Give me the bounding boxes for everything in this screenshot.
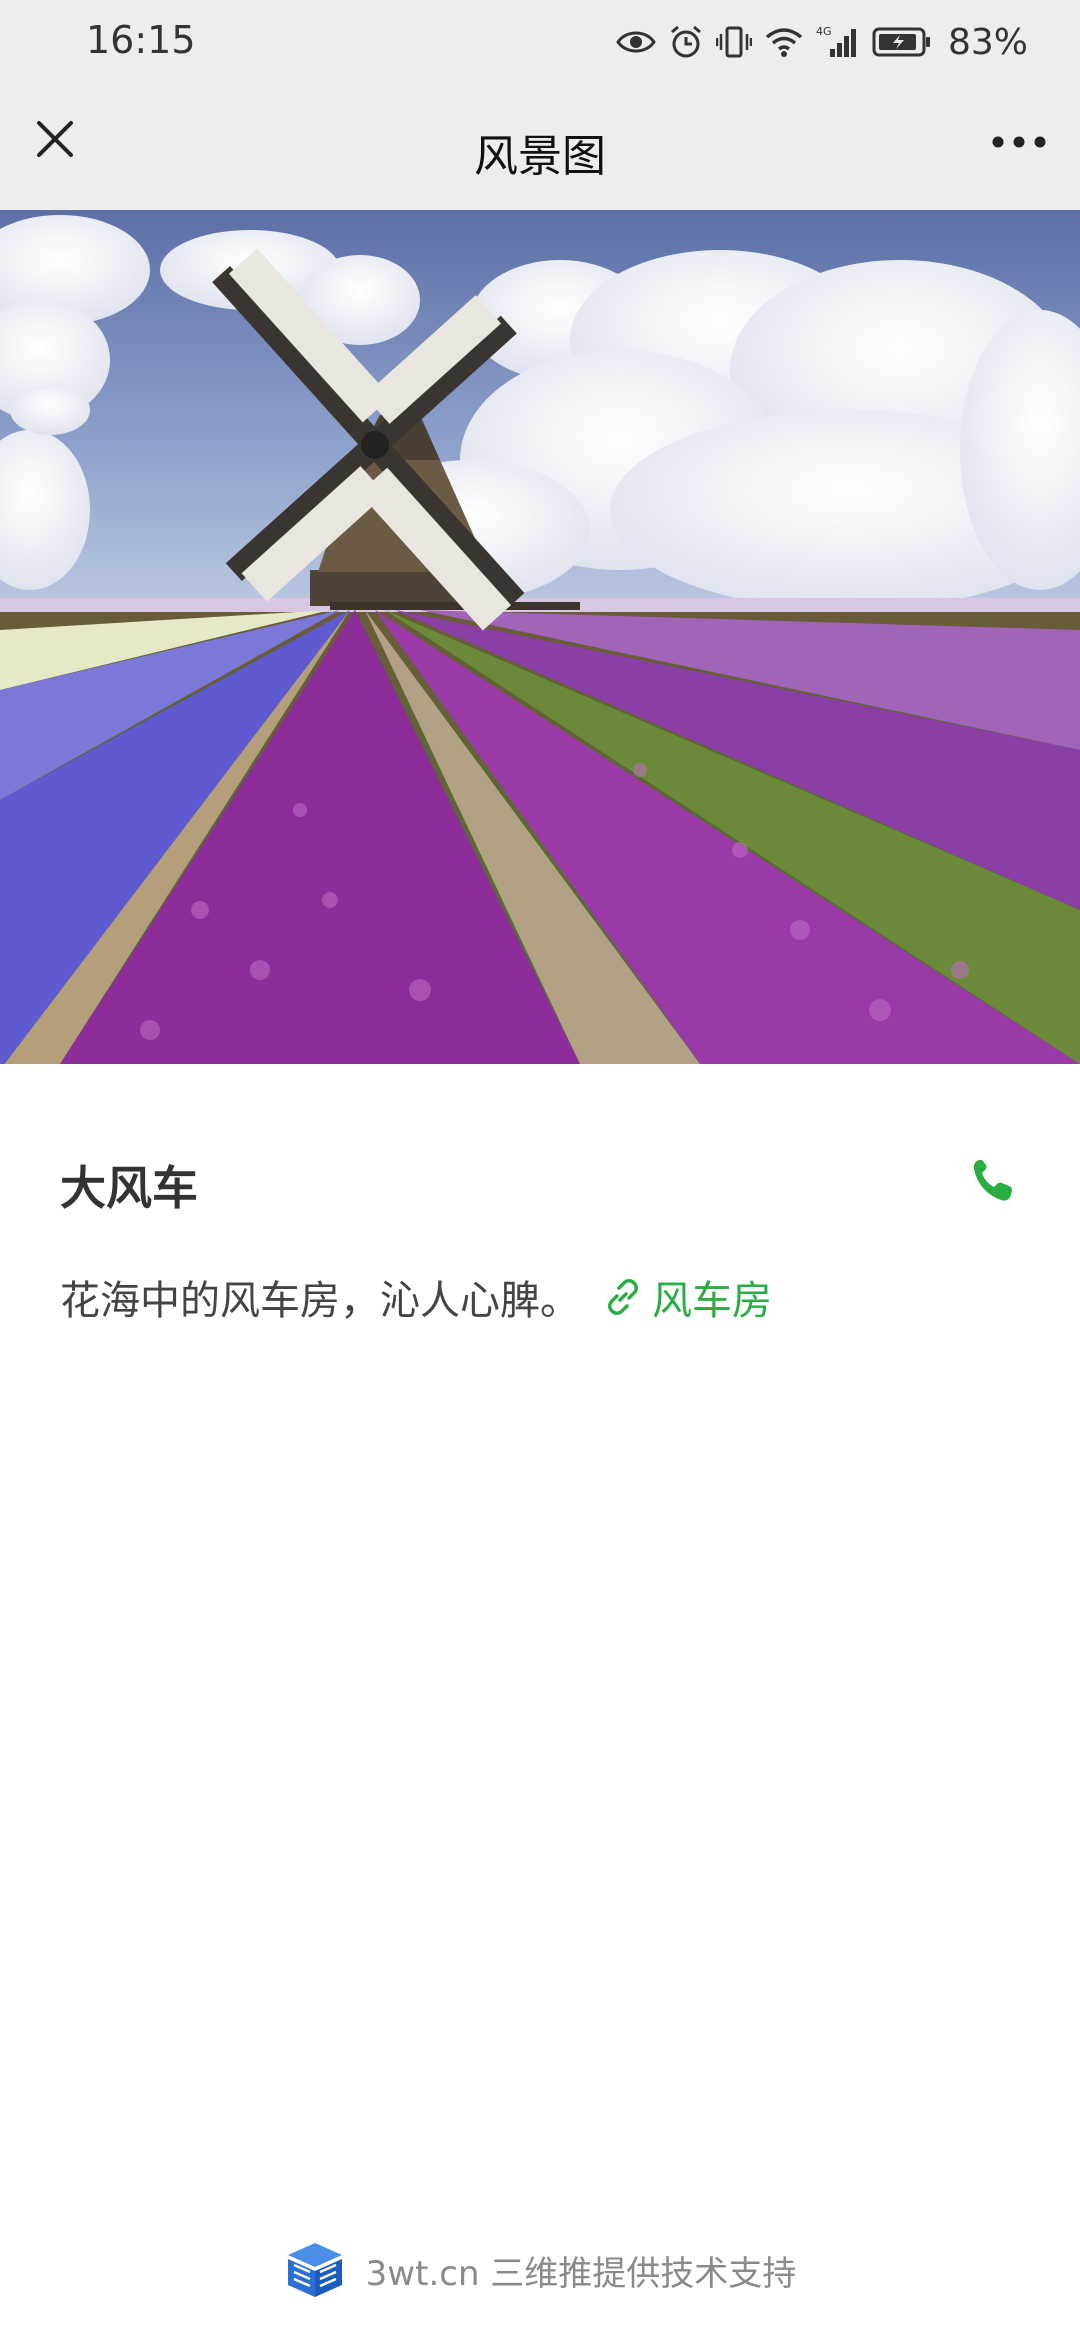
vibrate-icon: [715, 25, 752, 59]
content-description-row: 花海中的风车房，沁人心脾。 风车房: [60, 1268, 772, 1326]
link-label: 风车房: [652, 1278, 772, 1324]
eye-icon: [616, 27, 656, 57]
footer: 3wt.cn 三维推提供技术支持: [0, 2240, 1080, 2300]
network-type-label: 4G: [816, 25, 832, 38]
hero-image: [0, 210, 1080, 1064]
status-icons: 4G 83%: [616, 14, 1028, 70]
status-bar: 16:15 4G 83%: [0, 0, 1080, 84]
wifi-icon: [764, 26, 804, 58]
more-button[interactable]: [984, 112, 1054, 172]
content-description: 花海中的风车房，沁人心脾。: [60, 1278, 580, 1324]
nav-bar: 风景图: [0, 84, 1080, 210]
windmill-link[interactable]: 风车房: [602, 1268, 772, 1326]
alarm-icon: [668, 24, 704, 60]
content-title: 大风车: [60, 1161, 198, 1215]
phone-call-button[interactable]: [970, 1156, 1014, 1204]
status-time: 16:15: [86, 18, 196, 62]
footer-text: 3wt.cn 三维推提供技术支持: [365, 2253, 797, 2294]
phone-icon: [973, 1160, 1012, 1201]
signal-icon: 4G: [816, 25, 860, 59]
page-title: 风景图: [474, 131, 606, 182]
battery-icon: [872, 26, 932, 58]
windmill-landscape-image: [0, 210, 1080, 1064]
link-icon: [608, 1279, 638, 1315]
battery-percent: 83%: [947, 21, 1028, 63]
more-dots-icon: [992, 136, 1046, 148]
3wt-logo-icon: [287, 2243, 342, 2297]
